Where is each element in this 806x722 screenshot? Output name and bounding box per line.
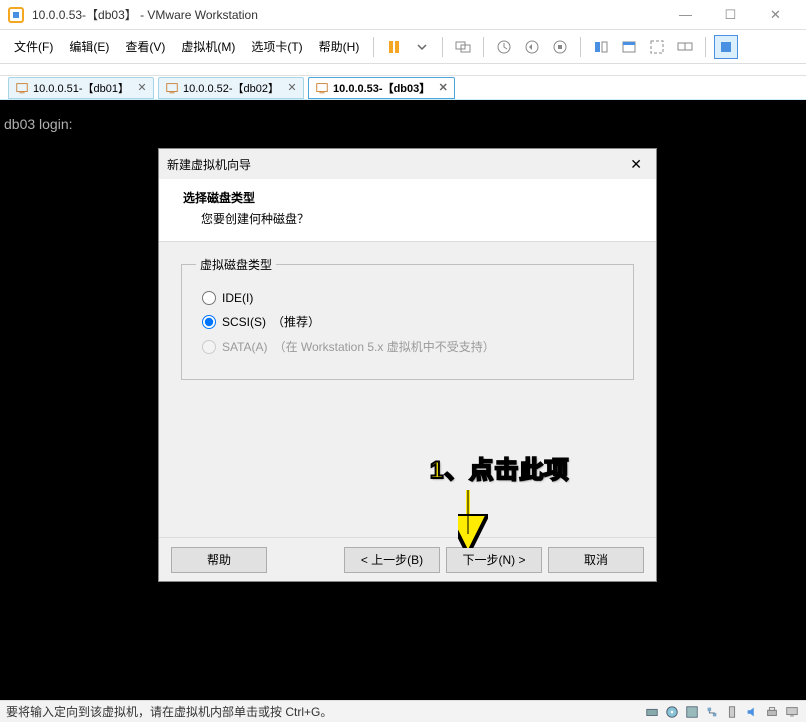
annotation-arrow-icon xyxy=(458,488,498,548)
printer-icon[interactable] xyxy=(764,704,780,720)
dialog-close-icon[interactable]: ✕ xyxy=(624,153,648,176)
maximize-button[interactable]: ☐ xyxy=(708,1,753,29)
menubar: 文件(F) 编辑(E) 查看(V) 虚拟机(M) 选项卡(T) 帮助(H) xyxy=(0,30,806,64)
radio-sata-note: （在 Workstation 5.x 虚拟机中不受支持） xyxy=(274,338,495,355)
back-button[interactable]: < 上一步(B) xyxy=(344,547,440,573)
separator xyxy=(373,37,374,57)
radio-ide[interactable]: IDE(I) xyxy=(202,291,613,305)
help-button[interactable]: 帮助 xyxy=(171,547,267,573)
send-keys-icon[interactable] xyxy=(451,35,475,59)
tab-db02[interactable]: 10.0.0.52-【db02】 ✕ xyxy=(158,77,304,99)
multi-monitor-icon[interactable] xyxy=(673,35,697,59)
close-button[interactable]: ✕ xyxy=(753,1,798,29)
radio-sata: SATA(A) （在 Workstation 5.x 虚拟机中不受支持） xyxy=(202,338,613,355)
dropdown-icon[interactable] xyxy=(410,35,434,59)
snapshot-revert-icon[interactable] xyxy=(520,35,544,59)
tab-db03[interactable]: 10.0.0.53-【db03】 ✕ xyxy=(308,77,455,99)
status-text: 要将输入定向到该虚拟机，请在虚拟机内部单击或按 Ctrl+G。 xyxy=(6,703,332,720)
snapshot-manager-icon[interactable] xyxy=(548,35,572,59)
tab-close-icon[interactable]: ✕ xyxy=(436,81,450,95)
menu-tabs[interactable]: 选项卡(T) xyxy=(243,34,310,59)
menu-vm[interactable]: 虚拟机(M) xyxy=(173,34,243,59)
tab-db01[interactable]: 10.0.0.51-【db01】 ✕ xyxy=(8,77,154,99)
annotation-text: 1、点击此项 xyxy=(430,450,569,485)
tab-label: 10.0.0.52-【db02】 xyxy=(183,80,279,96)
usb-icon[interactable] xyxy=(724,704,740,720)
vmware-app-icon xyxy=(8,7,24,23)
login-prompt: db03 login: xyxy=(4,116,802,132)
dialog-titlebar: 新建虚拟机向导 ✕ xyxy=(159,149,656,179)
dialog-heading: 选择磁盘类型 xyxy=(183,189,632,206)
unity-view-icon[interactable] xyxy=(617,35,641,59)
menu-file[interactable]: 文件(F) xyxy=(6,34,61,59)
vm-icon xyxy=(15,81,29,95)
dialog-subheading: 您要创建何种磁盘？ xyxy=(201,210,632,227)
vm-icon xyxy=(165,81,179,95)
radio-scsi-note: （推荐） xyxy=(272,313,320,330)
sound-icon[interactable] xyxy=(744,704,760,720)
radio-scsi[interactable]: SCSI(S) （推荐） xyxy=(202,313,613,330)
status-icons xyxy=(644,704,800,720)
network-icon[interactable] xyxy=(704,704,720,720)
radio-scsi-input[interactable] xyxy=(202,315,216,329)
window-title: 10.0.0.53-【db03】 - VMware Workstation xyxy=(32,6,258,23)
group-legend: 虚拟磁盘类型 xyxy=(196,256,276,273)
radio-ide-input[interactable] xyxy=(202,291,216,305)
secondary-bar xyxy=(0,64,806,76)
radio-scsi-label: SCSI(S) xyxy=(222,315,266,329)
cd-icon[interactable] xyxy=(664,704,680,720)
disk-type-group: 虚拟磁盘类型 IDE(I) SCSI(S) （推荐） SATA(A) （在 Wo… xyxy=(181,256,634,380)
floppy-icon[interactable] xyxy=(684,704,700,720)
tab-close-icon[interactable]: ✕ xyxy=(135,81,149,95)
separator xyxy=(442,37,443,57)
separator xyxy=(705,37,706,57)
console-view-icon[interactable] xyxy=(589,35,613,59)
menu-edit[interactable]: 编辑(E) xyxy=(61,34,117,59)
cancel-button[interactable]: 取消 xyxy=(548,547,644,573)
dialog-footer: 帮助 < 上一步(B) 下一步(N) > 取消 xyxy=(159,537,656,581)
next-button[interactable]: 下一步(N) > xyxy=(446,547,542,573)
tab-close-icon[interactable]: ✕ xyxy=(285,81,299,95)
menu-view[interactable]: 查看(V) xyxy=(117,34,173,59)
dialog-title: 新建虚拟机向导 xyxy=(167,156,251,173)
fullscreen-icon[interactable] xyxy=(645,35,669,59)
statusbar: 要将输入定向到该虚拟机，请在虚拟机内部单击或按 Ctrl+G。 xyxy=(0,700,806,722)
snapshot-icon[interactable] xyxy=(492,35,516,59)
display-icon[interactable] xyxy=(784,704,800,720)
thumbnail-icon[interactable] xyxy=(714,35,738,59)
hdd-icon[interactable] xyxy=(644,704,660,720)
tabstrip: 10.0.0.51-【db01】 ✕ 10.0.0.52-【db02】 ✕ 10… xyxy=(0,76,806,100)
new-vm-wizard-dialog: 新建虚拟机向导 ✕ 选择磁盘类型 您要创建何种磁盘？ 虚拟磁盘类型 IDE(I)… xyxy=(158,148,657,582)
radio-sata-label: SATA(A) xyxy=(222,340,268,354)
menu-help[interactable]: 帮助(H) xyxy=(311,34,368,59)
pause-icon[interactable] xyxy=(382,35,406,59)
titlebar: 10.0.0.53-【db03】 - VMware Workstation — … xyxy=(0,0,806,30)
separator xyxy=(483,37,484,57)
radio-sata-input xyxy=(202,340,216,354)
radio-ide-label: IDE(I) xyxy=(222,291,253,305)
dialog-body: 虚拟磁盘类型 IDE(I) SCSI(S) （推荐） SATA(A) （在 Wo… xyxy=(159,242,656,394)
minimize-button[interactable]: — xyxy=(663,1,708,29)
tab-label: 10.0.0.53-【db03】 xyxy=(333,80,430,96)
vm-icon xyxy=(315,81,329,95)
dialog-header: 选择磁盘类型 您要创建何种磁盘？ xyxy=(159,179,656,242)
separator xyxy=(580,37,581,57)
tab-label: 10.0.0.51-【db01】 xyxy=(33,80,129,96)
